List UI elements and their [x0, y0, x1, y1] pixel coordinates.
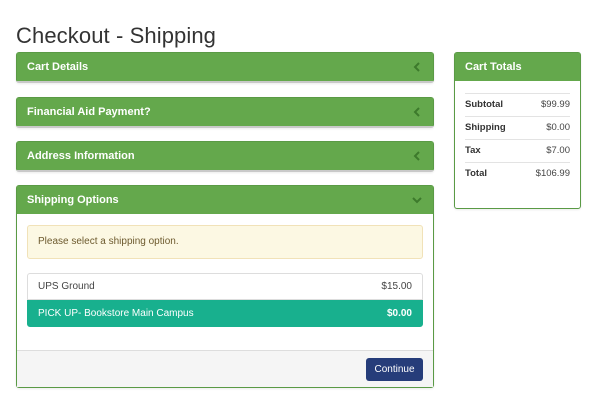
totals-row-subtotal: Subtotal $99.99 [465, 93, 570, 116]
page-title: Checkout - Shipping [16, 23, 217, 48]
cart-totals-header: Cart Totals [455, 53, 580, 81]
cart-details-header[interactable]: Cart Details [17, 53, 433, 81]
cart-totals-title: Cart Totals [465, 61, 522, 73]
cart-totals-panel: Cart Totals Subtotal $99.99 Shipping $0.… [454, 52, 581, 209]
shipping-options-panel: Shipping Options Please select a shippin… [16, 185, 434, 388]
chevron-left-icon [413, 151, 420, 161]
totals-value: $99.99 [540, 99, 570, 110]
totals-value: $7.00 [546, 145, 570, 156]
financial-aid-title: Financial Aid Payment? [27, 106, 151, 118]
cart-totals-table: Subtotal $99.99 Shipping $0.00 Tax $7.00… [465, 93, 570, 185]
shipping-panel-footer: Continue [17, 350, 433, 387]
totals-row-total: Total $106.99 [465, 162, 570, 185]
totals-label: Tax [465, 145, 481, 156]
financial-aid-panel: Financial Aid Payment? [16, 97, 434, 128]
totals-label: Shipping [465, 122, 506, 133]
shipping-notice: Please select a shipping option. [27, 225, 423, 259]
totals-row-shipping: Shipping $0.00 [465, 116, 570, 139]
address-info-title: Address Information [27, 150, 135, 162]
shipping-option-label: UPS Ground [38, 281, 95, 292]
shipping-options-header[interactable]: Shipping Options [17, 186, 433, 214]
continue-button[interactable]: Continue [366, 358, 423, 381]
shipping-option-price: $15.00 [381, 281, 412, 292]
cart-details-title: Cart Details [27, 61, 89, 73]
financial-aid-header[interactable]: Financial Aid Payment? [17, 98, 433, 126]
totals-row-tax: Tax $7.00 [465, 139, 570, 162]
address-info-header[interactable]: Address Information [17, 142, 433, 170]
totals-label: Subtotal [465, 99, 503, 110]
chevron-left-icon [413, 62, 420, 72]
shipping-option-list: UPS Ground $15.00 PICK UP- Bookstore Mai… [27, 273, 423, 327]
shipping-option-label: PICK UP- Bookstore Main Campus [38, 308, 194, 319]
shipping-option-pickup[interactable]: PICK UP- Bookstore Main Campus $0.00 [27, 300, 423, 327]
totals-label: Total [465, 168, 487, 179]
totals-value: $0.00 [546, 122, 570, 133]
chevron-down-icon [412, 197, 422, 204]
chevron-left-icon [413, 107, 420, 117]
shipping-options-title: Shipping Options [27, 194, 119, 206]
address-info-panel: Address Information [16, 141, 434, 172]
shipping-option-ups-ground[interactable]: UPS Ground $15.00 [27, 273, 423, 300]
totals-value: $106.99 [535, 168, 570, 179]
cart-details-panel: Cart Details [16, 52, 434, 83]
shipping-option-price: $0.00 [386, 308, 412, 319]
